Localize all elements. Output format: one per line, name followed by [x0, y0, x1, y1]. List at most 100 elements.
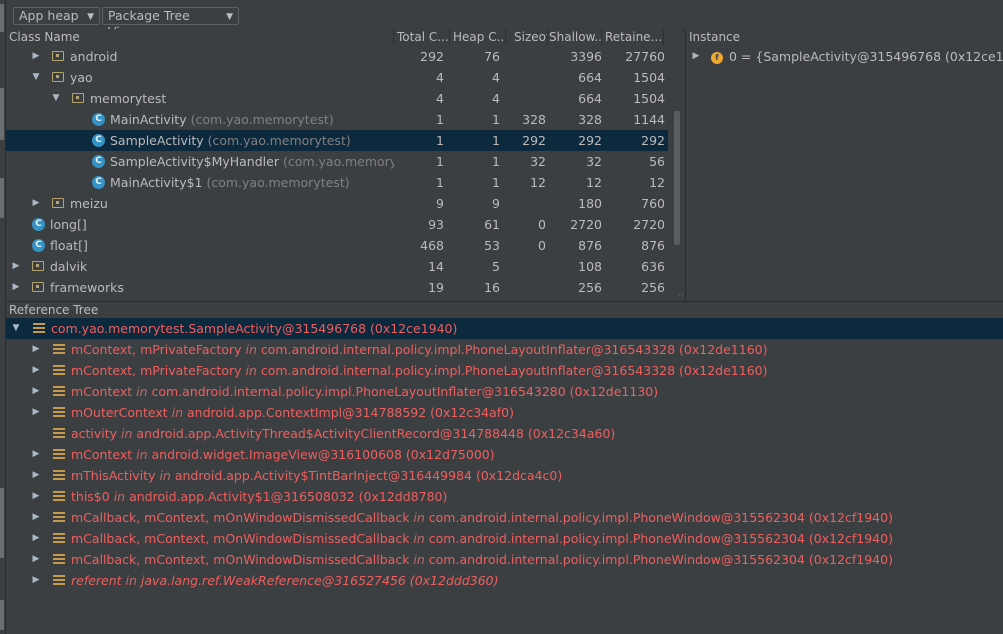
reference-in-keyword: in [409, 510, 429, 525]
column-header-shallow-size[interactable]: Shallow... [548, 29, 602, 45]
expand-arrow-icon[interactable]: ▶ [31, 528, 41, 549]
expand-arrow-icon[interactable]: ▶ [31, 402, 41, 423]
expand-arrow-icon[interactable]: ▶ [31, 46, 41, 67]
table-row[interactable]: ▼ yao 4 4 664 1504 [6, 67, 668, 88]
retained-size: 56 [649, 154, 665, 169]
shallow-size: 664 [578, 70, 602, 85]
instance-row[interactable]: ▶ f 0 = {SampleActivity@315496768 (0x12c… [686, 46, 1003, 67]
table-row[interactable]: C SampleActivity$MyHandler (com.yao.memo… [6, 151, 668, 172]
expand-arrow-icon[interactable]: ▶ [31, 381, 41, 402]
field-list-icon [53, 533, 65, 543]
column-header-heap-count[interactable]: Heap C... [450, 29, 506, 45]
heap-count: 1 [492, 154, 500, 169]
class-name: memorytest [90, 91, 167, 106]
scrollbar-thumb[interactable] [674, 111, 680, 245]
class-name: SampleActivity [110, 133, 204, 148]
reference-field: mContext, mPrivateFactory [71, 363, 242, 378]
collapse-arrow-icon[interactable]: ▼ [51, 88, 61, 109]
heap-count: 76 [484, 49, 500, 64]
reference-target: android.widget.ImageView@316100608 (0x12… [151, 447, 495, 462]
reference-target: android.app.ActivityThread$ActivityClien… [136, 426, 616, 441]
reference-row[interactable]: ▶ this$0 in android.app.Activity$1@316508… [6, 486, 1003, 507]
expand-arrow-icon[interactable]: ▶ [31, 570, 41, 591]
reference-label: mContext, mPrivateFactory in com.android… [71, 360, 767, 381]
field-list-icon [53, 575, 65, 585]
heap-count: 61 [484, 217, 500, 232]
reference-root-row[interactable]: ▼ com.yao.memorytest.SampleActivity@3154… [6, 318, 1003, 339]
reference-target: com.android.internal.policy.impl.PhoneWi… [428, 531, 893, 546]
table-row[interactable]: ▶ meizu 9 9 180 760 [6, 193, 668, 214]
reference-row[interactable]: ▶ referent in java.lang.ref.WeakReference… [6, 570, 1003, 591]
reference-row[interactable]: ▶ mContext, mPrivateFactory in com.androi… [6, 360, 1003, 381]
table-row[interactable]: C MainActivity (com.yao.memorytest) 1 1 … [6, 109, 668, 130]
expand-arrow-icon[interactable]: ▶ [31, 549, 41, 570]
reference-field: mCallback, mContext, mOnWindowDismissedC… [71, 531, 410, 546]
expand-arrow-icon[interactable]: ▶ [11, 256, 21, 277]
expand-arrow-icon[interactable]: ▶ [31, 465, 41, 486]
reference-row[interactable]: ▶ mCallback, mContext, mOnWindowDismissed… [6, 549, 1003, 570]
shallow-size: 328 [578, 112, 602, 127]
field-list-icon [53, 428, 65, 438]
table-row[interactable]: ▼ memorytest 4 4 664 1504 [6, 88, 668, 109]
reference-in-keyword: in [132, 384, 152, 399]
retained-size: 876 [641, 238, 665, 253]
expand-arrow-icon[interactable]: ▶ [31, 444, 41, 465]
reference-row[interactable]: ▶ mCallback, mContext, mOnWindowDismissed… [6, 507, 1003, 528]
column-header-sizeof[interactable]: Sizeof [506, 29, 548, 45]
tool-tab-marker[interactable] [0, 4, 4, 32]
expand-arrow-icon[interactable]: ▶ [31, 507, 41, 528]
reference-row[interactable]: ▶ mCallback, mContext, mOnWindowDismissed… [6, 528, 1003, 549]
table-row[interactable]: ▶ dalvik 14 5 108 636 [6, 256, 668, 277]
reference-label: mCallback, mContext, mOnWindowDismissedC… [71, 528, 893, 549]
retained-size: 12 [649, 175, 665, 190]
expand-arrow-icon[interactable]: ▶ [31, 360, 41, 381]
tool-tab-marker[interactable] [0, 600, 4, 630]
column-header-total-count[interactable]: Total C... [394, 29, 450, 45]
table-row[interactable]: C long[] 93 61 0 2720 2720 [6, 214, 668, 235]
expand-arrow-icon[interactable]: ▶ [31, 193, 41, 214]
reference-field: mOuterContext [71, 405, 168, 420]
reference-label: mContext in android.widget.ImageView@316… [71, 444, 495, 465]
reference-row[interactable]: ▶ mContext, mPrivateFactory in com.androi… [6, 339, 1003, 360]
heap-count: 1 [492, 175, 500, 190]
class-table-scrollbar[interactable] [670, 29, 682, 301]
sizeof [498, 256, 546, 277]
field-list-icon [53, 554, 65, 564]
tool-tab-marker[interactable] [0, 488, 4, 558]
tool-tab-marker[interactable] [0, 88, 4, 140]
expand-arrow-icon[interactable]: ▶ [11, 277, 21, 298]
table-row[interactable]: C float[] 468 53 0 876 876 [6, 235, 668, 256]
retained-size: 1504 [633, 91, 665, 106]
view-select[interactable]: Package Tree View ▼ [102, 7, 239, 39]
column-header-class-name[interactable]: Class Name [6, 29, 394, 45]
column-header-retained-size[interactable]: Retaine... [602, 29, 664, 45]
table-row[interactable]: ▶ frameworks 19 16 256 256 [6, 277, 668, 298]
tool-tab-marker[interactable] [0, 178, 4, 218]
total-count: 14 [428, 259, 444, 274]
sizeof [498, 46, 546, 67]
table-row[interactable]: ▶ android 292 76 3396 27760 [6, 46, 668, 67]
reference-row[interactable]: ▶ mOuterContext in android.app.ContextImp… [6, 402, 1003, 423]
class-package: (com.yao.memorytest) [207, 133, 351, 148]
expand-arrow-icon[interactable]: ▶ [691, 46, 701, 67]
reference-row[interactable]: activity in android.app.ActivityThread$A… [6, 423, 1003, 444]
reference-row[interactable]: ▶ mContext in android.widget.ImageView@31… [6, 444, 1003, 465]
heap-select[interactable]: App heap ▼ [13, 7, 100, 25]
class-package: (com.yao.memorytest [282, 154, 394, 169]
class-label: SampleActivity$MyHandler (com.yao.memory… [110, 151, 394, 172]
instance-header: Instance [689, 30, 741, 44]
total-count: 1 [436, 154, 444, 169]
collapse-arrow-icon[interactable]: ▼ [31, 67, 41, 88]
retained-size: 292 [641, 133, 665, 148]
reference-row[interactable]: ▶ mThisActivity in android.app.Activity$T… [6, 465, 1003, 486]
instance-panel: Instance ▶ f 0 = {SampleActivity@3154967… [685, 29, 1003, 301]
expand-arrow-icon[interactable]: ▶ [31, 486, 41, 507]
table-row[interactable]: C MainActivity$1 (com.yao.memorytest) 1 … [6, 172, 668, 193]
reference-target: com.android.internal.policy.impl.PhoneLa… [151, 384, 659, 399]
table-row-selected[interactable]: C SampleActivity (com.yao.memorytest) 1 … [6, 130, 668, 151]
collapse-arrow-icon[interactable]: ▼ [11, 318, 21, 339]
class-icon: C [32, 218, 45, 231]
expand-arrow-icon[interactable]: ▶ [31, 339, 41, 360]
class-name: yao [70, 70, 93, 85]
reference-row[interactable]: ▶ mContext in com.android.internal.policy… [6, 381, 1003, 402]
